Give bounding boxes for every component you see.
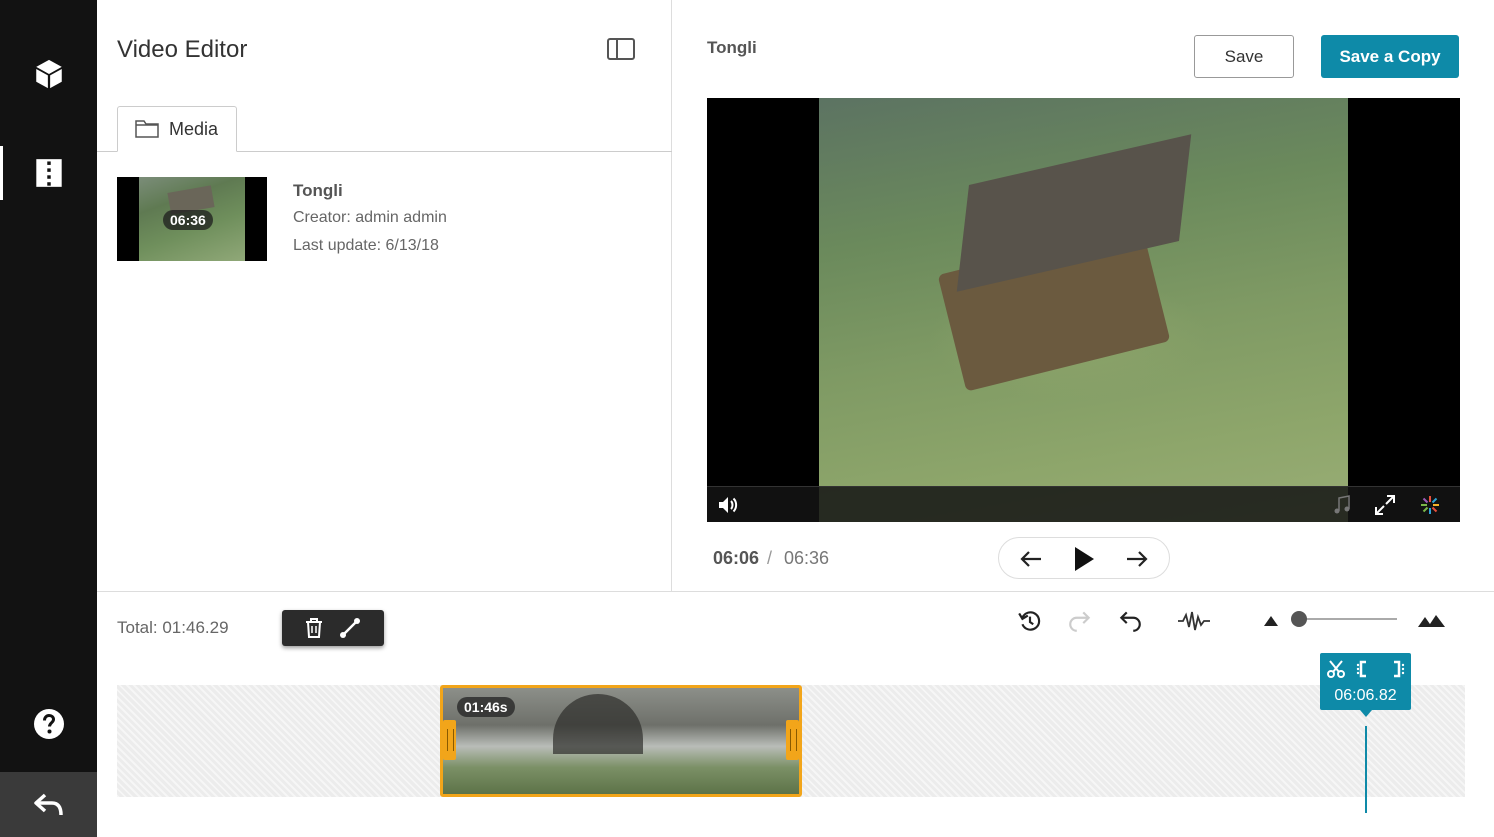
save-button[interactable]: Save xyxy=(1194,35,1294,78)
back-icon xyxy=(33,793,63,815)
back-button[interactable] xyxy=(0,772,97,837)
sidebar-item-home[interactable] xyxy=(0,47,97,101)
playhead-line[interactable] xyxy=(1365,726,1367,813)
media-panel: Video Editor Media 06:36 Tongli Creator:… xyxy=(97,0,672,591)
media-last-update: Last update: 6/13/18 xyxy=(293,237,439,254)
preview-panel: Tongli Save Save a Copy 06:06 / 06:36 xyxy=(672,0,1494,591)
video-player[interactable] xyxy=(707,98,1460,522)
media-name: Tongli xyxy=(293,181,343,200)
next-frame-button[interactable] xyxy=(1124,546,1150,572)
save-copy-button[interactable]: Save a Copy xyxy=(1321,35,1459,78)
panel-title: Video Editor xyxy=(117,36,248,63)
zoom-in-icon[interactable] xyxy=(1417,608,1447,634)
timeline-clip[interactable]: 01:46s xyxy=(440,685,802,797)
clip-duration: 01:46s xyxy=(457,697,515,717)
music-note-icon[interactable] xyxy=(1330,493,1354,517)
player-controls xyxy=(707,486,1460,522)
timeline-panel: Total: 01:46.29 01:46s 06:06.82 xyxy=(97,591,1494,837)
zoom-slider-handle[interactable] xyxy=(1291,611,1307,627)
help-button[interactable] xyxy=(0,697,97,751)
reset-icon[interactable] xyxy=(1017,608,1043,634)
redo-icon[interactable] xyxy=(1067,608,1093,634)
tab-media[interactable]: Media xyxy=(117,106,237,152)
media-list-item[interactable]: 06:36 Tongli Creator: admin admin Last u… xyxy=(117,177,657,261)
split-icon[interactable] xyxy=(1326,659,1346,679)
total-time: 06:36 xyxy=(784,548,830,568)
tab-media-label: Media xyxy=(169,118,219,139)
folder-icon xyxy=(135,120,159,138)
thumbnail-duration: 06:36 xyxy=(163,210,213,230)
app-sidebar xyxy=(0,0,97,837)
zoom-out-icon[interactable] xyxy=(1262,608,1280,634)
current-time: 06:06 xyxy=(713,548,760,568)
total-duration: Total: 01:46.29 xyxy=(117,618,229,637)
clip-trim-end-handle[interactable] xyxy=(786,720,799,760)
media-thumbnail[interactable]: 06:36 xyxy=(117,177,267,261)
previous-frame-button[interactable] xyxy=(1018,546,1044,572)
arrow-left-icon xyxy=(1020,551,1041,567)
player-logo-icon[interactable] xyxy=(1418,493,1442,517)
time-separator: / xyxy=(767,548,773,568)
playback-controls xyxy=(998,537,1170,579)
play-button[interactable] xyxy=(1071,546,1097,572)
arrow-right-icon xyxy=(1127,551,1148,567)
sidebar-item-editor[interactable] xyxy=(0,146,97,200)
playhead-marker[interactable]: 06:06.82 xyxy=(1320,653,1411,717)
clip-trim-start-handle[interactable] xyxy=(443,720,456,760)
trash-icon[interactable] xyxy=(302,616,326,640)
video-frame xyxy=(819,98,1348,522)
waveform-icon[interactable] xyxy=(1177,608,1211,634)
cube-icon xyxy=(35,59,62,89)
editor-icon xyxy=(35,159,62,187)
media-creator: Creator: admin admin xyxy=(293,209,447,226)
help-icon xyxy=(33,709,64,739)
link-icon[interactable] xyxy=(338,616,362,640)
panel-tabs: Media xyxy=(97,106,672,152)
trim-end-icon[interactable] xyxy=(1386,659,1406,679)
clip-toolbar xyxy=(282,610,384,646)
video-title: Tongli xyxy=(707,38,757,57)
zoom-slider-track[interactable] xyxy=(1297,618,1397,620)
volume-icon[interactable] xyxy=(716,493,740,517)
play-icon xyxy=(1075,547,1094,571)
undo-icon[interactable] xyxy=(1117,608,1143,634)
layout-toggle-icon[interactable] xyxy=(607,38,635,60)
fullscreen-icon[interactable] xyxy=(1373,493,1397,517)
playhead-time: 06:06.82 xyxy=(1334,687,1397,704)
trim-start-icon[interactable] xyxy=(1356,659,1376,679)
